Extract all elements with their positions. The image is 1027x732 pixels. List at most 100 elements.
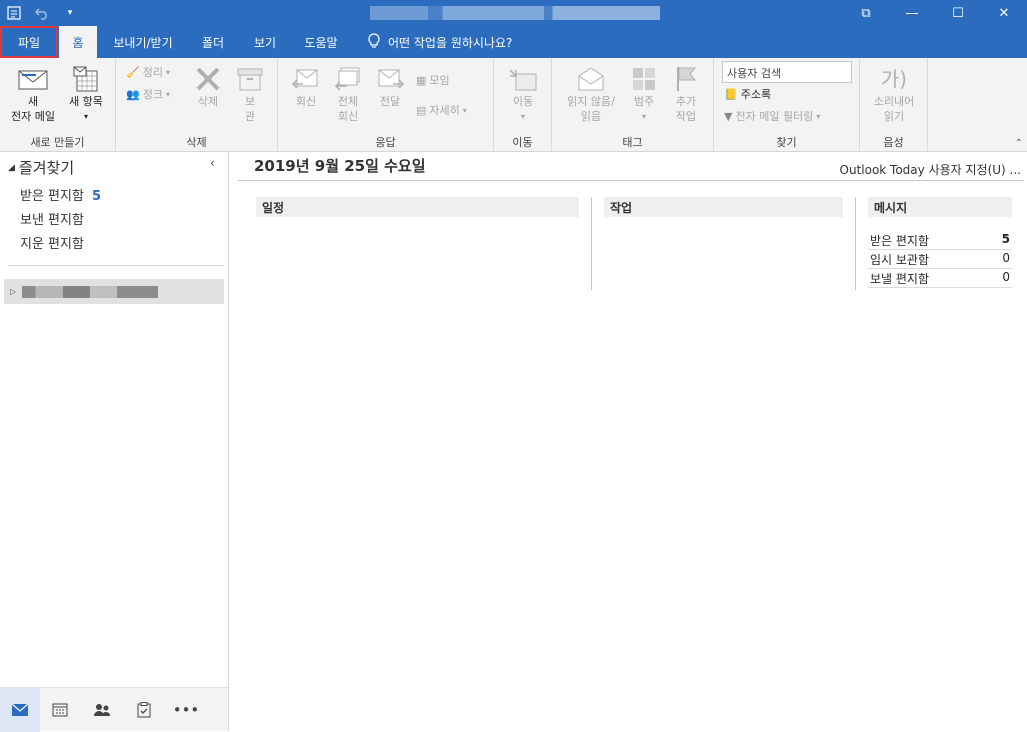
- more-label: 자세히: [429, 104, 460, 117]
- mail-module-icon[interactable]: [0, 688, 40, 732]
- tab-home[interactable]: 홈: [59, 26, 97, 58]
- archive-button[interactable]: 보 관: [230, 64, 270, 124]
- clean-up-icon: 🧹: [126, 65, 140, 79]
- group-label-new: 새로 만들기: [30, 136, 85, 149]
- close-button[interactable]: ✕: [981, 0, 1027, 26]
- message-row-count: 0: [1002, 270, 1010, 284]
- follow-up-button[interactable]: 추가 작업: [664, 64, 708, 124]
- message-row-outbox[interactable]: 보낼 편지함 0: [868, 269, 1012, 288]
- read-aloud-icon: 가): [880, 66, 908, 91]
- reply-all-line2: 회신: [337, 110, 359, 123]
- envelope-icon: [17, 64, 49, 94]
- archive-icon: [234, 64, 266, 94]
- reply-icon: [290, 64, 322, 94]
- favorites-header[interactable]: ◢ 즐겨찾기: [8, 157, 74, 178]
- group-respond: 회신 전체 회신 전달 ▦ 모임 ▤ 자세히 ▾ 응답: [278, 58, 494, 152]
- message-row-inbox[interactable]: 받은 편지함 5: [868, 231, 1012, 250]
- tasks-module-icon[interactable]: [124, 688, 164, 732]
- junk-button[interactable]: 👥 정크 ▾: [126, 86, 170, 102]
- favorite-deleted[interactable]: 지운 편지함: [20, 233, 84, 252]
- chevron-down-icon: ▾: [641, 112, 646, 121]
- delete-label: 삭제: [197, 95, 219, 108]
- delete-button[interactable]: 삭제: [188, 64, 228, 109]
- collapse-pane-icon[interactable]: ‹: [210, 156, 215, 170]
- title-bar: ▾ ⧉ — ☐ ✕: [0, 0, 1027, 26]
- account-name-redacted: [22, 285, 159, 298]
- message-row-count: 0: [1002, 251, 1010, 265]
- more-modules-icon[interactable]: •••: [166, 688, 206, 732]
- calendar-header[interactable]: 일정: [256, 197, 579, 217]
- people-module-icon[interactable]: [82, 688, 122, 732]
- messages-header[interactable]: 메시지: [868, 197, 1012, 217]
- customize-qat-icon[interactable]: ▾: [56, 0, 84, 26]
- calendar-module-icon[interactable]: [40, 688, 80, 732]
- favorite-sent[interactable]: 보낸 편지함: [20, 209, 84, 228]
- favorites-title: 즐겨찾기: [18, 159, 75, 177]
- unread-read-button[interactable]: 읽지 않음/ 읽음: [560, 64, 622, 124]
- send-receive-all-icon[interactable]: [0, 0, 28, 26]
- header-divider: [238, 180, 1024, 181]
- tell-me-text: 어떤 작업을 원하시나요?: [388, 35, 513, 50]
- group-delete: 🧹 정리 ▾ 👥 정크 ▾ 삭제 보 관 삭제: [116, 58, 278, 152]
- address-book-button[interactable]: 📒 주소록: [724, 86, 771, 102]
- outlook-today-pane: 2019년 9월 25일 수요일 Outlook Today 사용자 지정(U)…: [230, 153, 1027, 731]
- window-controls: ⧉ — ☐ ✕: [843, 0, 1027, 26]
- account-folder[interactable]: ▷: [4, 279, 224, 304]
- chevron-down-icon: ▾: [816, 111, 821, 121]
- reply-button[interactable]: 회신: [286, 64, 326, 109]
- tab-send-receive[interactable]: 보내기/받기: [104, 26, 182, 58]
- expand-arrow-icon: ▷: [10, 287, 17, 296]
- collapse-ribbon-icon[interactable]: ⌃: [1015, 138, 1023, 149]
- maximize-button[interactable]: ☐: [935, 0, 981, 26]
- clean-up-button[interactable]: 🧹 정리 ▾: [126, 64, 170, 80]
- tab-file[interactable]: 파일: [0, 26, 58, 58]
- meeting-button[interactable]: ▦ 모임: [416, 72, 450, 88]
- tab-help[interactable]: 도움말: [294, 26, 348, 58]
- meeting-icon: ▦: [416, 73, 427, 87]
- chevron-down-icon: ▾: [462, 105, 467, 115]
- meeting-label: 모임: [429, 74, 450, 87]
- unread-read-line2: 읽음: [580, 110, 602, 123]
- module-switcher: •••: [0, 687, 229, 732]
- chevron-down-icon: ▾: [83, 112, 88, 121]
- favorite-inbox[interactable]: 받은 편지함 5: [20, 185, 101, 204]
- junk-label: 정크: [142, 88, 163, 101]
- quick-access-toolbar: ▾: [0, 0, 84, 26]
- group-tags: 읽지 않음/ 읽음 범주 ▾ 추가 작업 태그: [552, 58, 714, 152]
- reply-all-button[interactable]: 전체 회신: [328, 64, 368, 124]
- tell-me-box[interactable]: 어떤 작업을 원하시나요?: [368, 26, 512, 58]
- message-row-count: 5: [1001, 232, 1010, 246]
- forward-icon: [374, 64, 406, 94]
- forward-button[interactable]: 전달: [370, 64, 410, 109]
- more-icon: ▤: [416, 103, 427, 117]
- ribbon: 새 전자 메일 새 항목 ▾ 새로 만들기 🧹 정리 ▾ 👥 정크 ▾ 삭제 보…: [0, 58, 1027, 152]
- message-row-drafts[interactable]: 임시 보관함 0: [868, 250, 1012, 269]
- new-items-button[interactable]: 새 항목 ▾: [60, 64, 112, 124]
- more-respond-button[interactable]: ▤ 자세히 ▾: [416, 102, 467, 118]
- group-label-tags: 태그: [622, 136, 643, 149]
- ribbon-display-options-button[interactable]: ⧉: [843, 0, 889, 26]
- tasks-column: 작업: [604, 197, 843, 217]
- address-book-icon: 📒: [724, 87, 738, 101]
- customize-outlook-today-link[interactable]: Outlook Today 사용자 지정(U) ...: [840, 161, 1021, 178]
- tab-folder[interactable]: 폴더: [190, 26, 236, 58]
- window-title-redacted: [370, 6, 660, 20]
- ribbon-tab-bar: 파일 홈 보내기/받기 폴더 보기 도움말 어떤 작업을 원하시나요?: [0, 26, 1027, 58]
- favorite-deleted-label: 지운 편지함: [20, 237, 84, 252]
- move-button[interactable]: 이동 ▾: [502, 64, 544, 124]
- tasks-header[interactable]: 작업: [604, 197, 843, 217]
- search-people-input[interactable]: 사용자 검색: [722, 61, 852, 83]
- expand-triangle-icon: ◢: [8, 162, 15, 173]
- open-envelope-icon: [575, 64, 607, 94]
- forward-label: 전달: [379, 95, 401, 108]
- new-email-button[interactable]: 새 전자 메일: [6, 64, 60, 124]
- message-row-label: 임시 보관함: [870, 253, 930, 267]
- minimize-button[interactable]: —: [889, 0, 935, 26]
- categorize-button[interactable]: 범주 ▾: [624, 64, 664, 124]
- new-email-line2: 전자 메일: [11, 110, 55, 123]
- undo-icon[interactable]: [28, 0, 56, 26]
- tab-view[interactable]: 보기: [244, 26, 286, 58]
- filter-email-button[interactable]: ▼ 전자 메일 필터링 ▾: [724, 108, 820, 124]
- read-aloud-button[interactable]: 가) 소리내어 읽기: [866, 64, 922, 124]
- message-row-label: 받은 편지함: [870, 234, 930, 248]
